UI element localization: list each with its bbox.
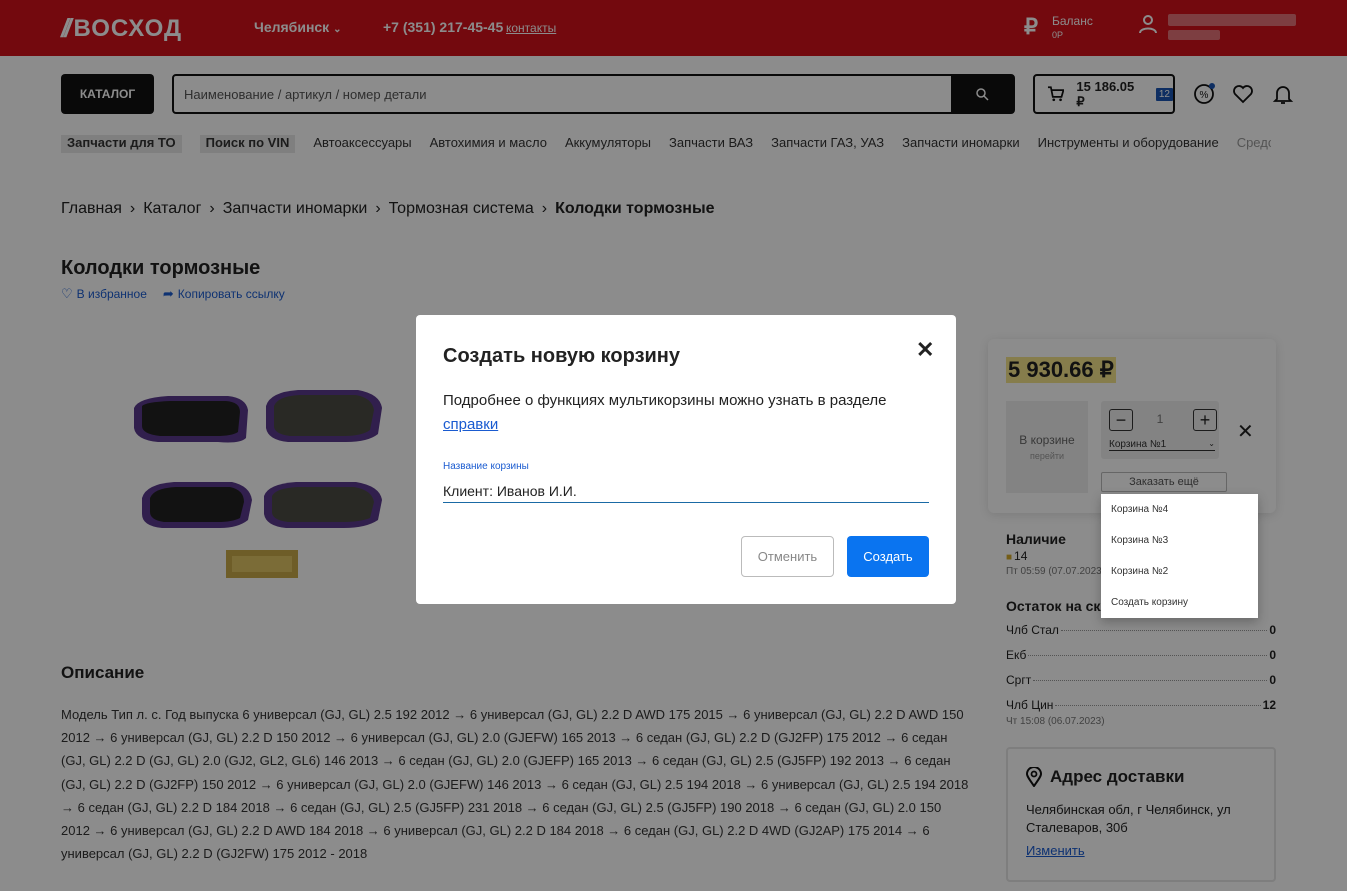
cart-option[interactable]: Корзина №3: [1101, 525, 1258, 556]
help-link[interactable]: справки: [443, 416, 498, 433]
modal-text: Подробнее о функциях мультикорзины можно…: [443, 389, 933, 437]
cart-option[interactable]: Корзина №4: [1101, 494, 1258, 525]
cart-name-label: Название корзины: [443, 461, 529, 472]
create-cart-modal: Создать новую корзину ✕ Подробнее о функ…: [416, 315, 956, 604]
cancel-button[interactable]: Отменить: [741, 536, 834, 577]
create-cart-option[interactable]: Создать корзину: [1101, 587, 1258, 618]
create-button[interactable]: Создать: [847, 536, 929, 577]
close-icon[interactable]: ✕: [916, 337, 934, 363]
cart-name-input[interactable]: [443, 479, 929, 503]
cart-dropdown: Корзина №4 Корзина №3 Корзина №2 Создать…: [1101, 494, 1258, 618]
cart-option[interactable]: Корзина №2: [1101, 556, 1258, 587]
modal-description: Подробнее о функциях мультикорзины можно…: [443, 392, 887, 409]
modal-title: Создать новую корзину: [443, 345, 681, 367]
